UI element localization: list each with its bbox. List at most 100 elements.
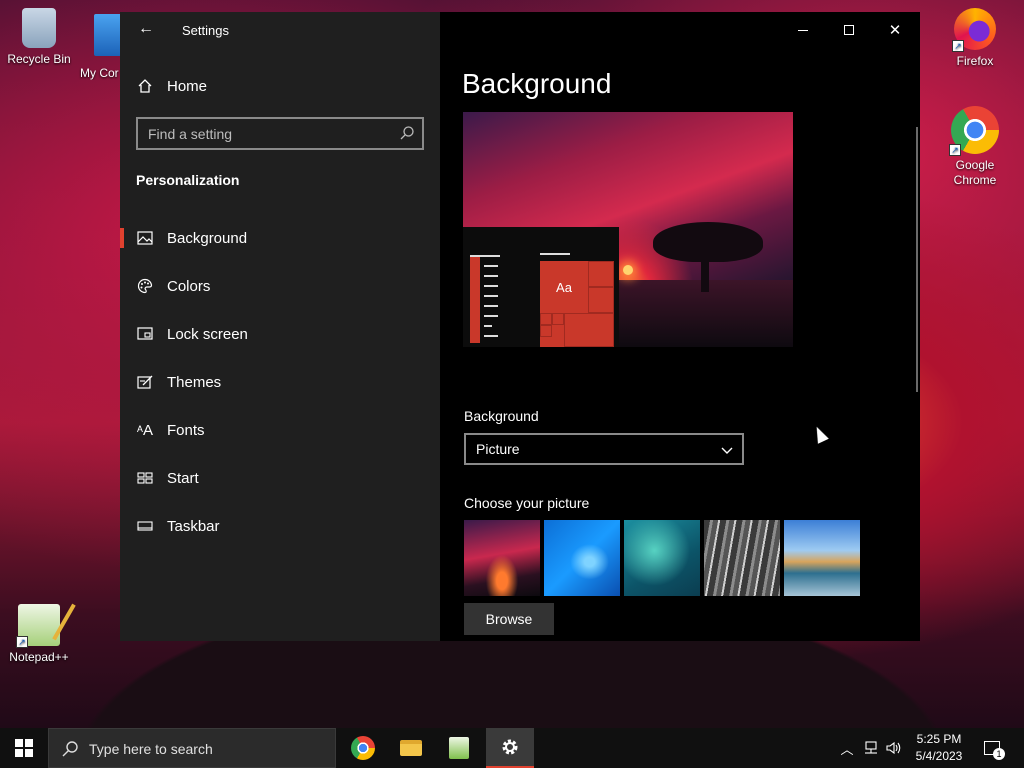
preview-sun [623, 265, 633, 275]
sidebar-item-label: Lock screen [167, 325, 248, 343]
desktop-icon-label: Notepad++ [9, 650, 69, 664]
network-icon [865, 741, 877, 754]
desktop-icon-my-computer[interactable]: My Cor [70, 8, 120, 80]
picture-thumbnail-waterfall-rock[interactable] [704, 520, 780, 596]
picture-thumbnail-windows-blue[interactable] [544, 520, 620, 596]
taskbar-clock[interactable]: 5:25 PM 5/4/2023 [904, 731, 974, 765]
nav-home[interactable]: Home [136, 74, 207, 98]
close-icon: ✕ [888, 22, 902, 39]
maximize-button[interactable] [826, 16, 872, 44]
chevron-down-icon [720, 443, 734, 457]
background-type-label: Background [464, 408, 539, 424]
settings-window: ← Settings Home Find a setting Personali… [120, 12, 920, 641]
search-icon [61, 740, 79, 758]
sidebar-item-lock-screen[interactable]: Lock screen [120, 310, 440, 358]
desktop-icon-notepadpp[interactable]: ↗ Notepad++ [3, 604, 75, 664]
mock-taskbar [470, 257, 480, 343]
mock-line [484, 285, 498, 287]
themes-icon [136, 373, 154, 391]
picture-thumbnail-sunset-tree[interactable] [464, 520, 540, 596]
chrome-icon [351, 736, 375, 760]
clock-date: 5/4/2023 [915, 749, 963, 763]
sidebar-item-taskbar[interactable]: Taskbar [120, 502, 440, 550]
notepadpp-icon [449, 737, 469, 759]
mock-line [484, 335, 498, 337]
notification-count-badge: 1 [993, 748, 1005, 760]
preview-tree-trunk [701, 252, 709, 292]
background-type-dropdown[interactable]: Picture [464, 433, 744, 465]
settings-sidebar: ← Settings Home Find a setting Personali… [120, 12, 440, 641]
sidebar-item-label: Background [167, 229, 248, 247]
chevron-up-icon: ︿ [840, 741, 854, 757]
notepadpp-icon: ↗ [16, 604, 60, 648]
computer-icon [94, 14, 120, 56]
sidebar-item-colors[interactable]: Colors [120, 262, 440, 310]
sidebar-item-label: Start [167, 469, 199, 487]
taskbar-app-settings[interactable] [486, 728, 534, 768]
volume-tray-button[interactable] [884, 728, 904, 768]
fonts-icon: ᴬA [137, 421, 153, 439]
window-title: Settings [182, 23, 229, 38]
taskbar-app-chrome[interactable] [339, 728, 387, 768]
mock-line [540, 253, 570, 255]
start-button[interactable] [0, 728, 48, 768]
browse-button[interactable]: Browse [464, 603, 554, 635]
clock-time: 5:25 PM [916, 732, 962, 746]
shortcut-arrow-icon: ↗ [949, 144, 961, 156]
mock-line [484, 275, 498, 277]
picture-thumbnails [464, 520, 860, 596]
taskbar-app-notepadpp[interactable] [435, 728, 483, 768]
shortcut-arrow-icon: ↗ [16, 636, 28, 648]
search-placeholder: Find a setting [148, 126, 233, 142]
mock-line [484, 325, 492, 327]
action-center-button[interactable]: 1 [980, 728, 1005, 768]
palette-icon [136, 277, 154, 295]
mock-tile-text: Aa [556, 279, 572, 295]
speaker-icon [886, 741, 901, 755]
taskbar-search-box[interactable]: Type here to search [48, 728, 336, 768]
minimize-icon [798, 29, 808, 31]
image-icon [136, 229, 154, 247]
mock-line [484, 295, 498, 297]
sidebar-item-start[interactable]: Start [120, 454, 440, 502]
back-button[interactable]: ← [134, 18, 158, 42]
scrollbar[interactable] [916, 127, 918, 392]
mock-line [484, 265, 498, 267]
picture-thumbnail-beach[interactable] [784, 520, 860, 596]
nav-home-label: Home [167, 77, 208, 95]
desktop-icon-label: My Cor [80, 66, 119, 80]
sidebar-nav: Background Colors Lock screen Themes ᴬA … [120, 214, 440, 550]
taskbar-app-file-explorer[interactable] [387, 728, 435, 768]
show-hidden-icons-button[interactable]: ︿ [838, 728, 856, 768]
home-icon [136, 77, 154, 95]
desktop-icon-label: Recycle Bin [7, 52, 71, 66]
start-icon [136, 469, 154, 487]
desktop-icon-firefox[interactable]: ↗ Firefox [939, 8, 1011, 68]
network-tray-button[interactable] [860, 728, 882, 768]
maximize-icon [844, 25, 854, 35]
desktop-icon-chrome[interactable]: ↗ Google Chrome [939, 106, 1011, 188]
sidebar-item-themes[interactable]: Themes [120, 358, 440, 406]
folder-icon [400, 740, 422, 756]
desktop-icon-label: Firefox [956, 54, 994, 68]
taskbar: Type here to search ︿ 5:25 PM 5/4/2023 1 [0, 728, 1024, 768]
shortcut-arrow-icon: ↗ [952, 40, 964, 52]
sidebar-item-label: Fonts [167, 421, 205, 439]
desktop-icon-recycle-bin[interactable]: Recycle Bin [3, 8, 75, 66]
gear-icon [502, 739, 518, 755]
windows-logo-icon [15, 739, 33, 757]
recycle-bin-icon [22, 8, 56, 48]
mock-line [484, 315, 498, 317]
desktop-icon-label: Google Chrome [953, 158, 997, 187]
minimize-button[interactable] [780, 16, 826, 44]
mock-line [470, 255, 500, 257]
picture-thumbnail-swimmer[interactable] [624, 520, 700, 596]
close-button[interactable]: ✕ [872, 16, 918, 44]
sidebar-item-background[interactable]: Background [120, 214, 440, 262]
search-icon [399, 125, 415, 141]
preview-start-mock: Aa [463, 227, 619, 347]
sidebar-item-fonts[interactable]: ᴬA Fonts [120, 406, 440, 454]
find-setting-search[interactable]: Find a setting [136, 117, 424, 150]
page-title: Background [462, 68, 612, 99]
taskbar-icon [136, 517, 154, 535]
